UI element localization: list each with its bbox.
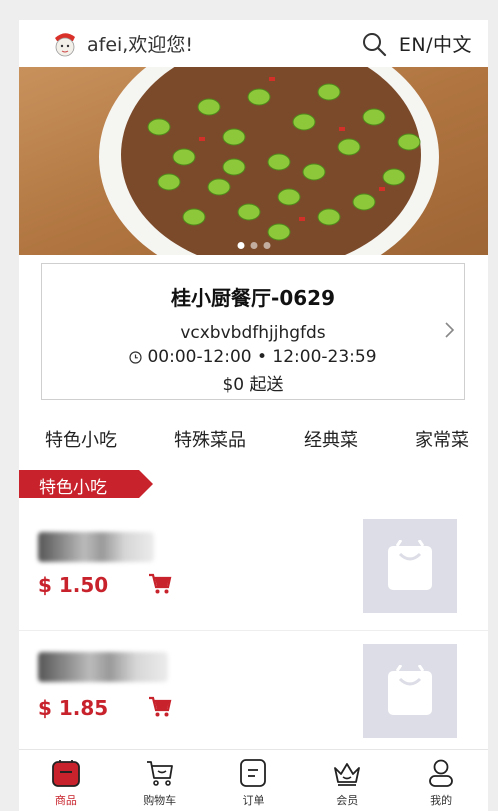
item-image-placeholder[interactable] (363, 644, 457, 738)
divider (19, 630, 488, 631)
store-hours: 00:00-12:00 • 12:00-23:59 (42, 347, 464, 367)
carousel-dots (237, 242, 270, 249)
category-tab[interactable]: 特殊菜品 (174, 426, 246, 452)
carousel-dot[interactable] (263, 242, 270, 249)
add-to-cart-icon[interactable] (148, 573, 172, 595)
tab-cart[interactable]: 购物车 (113, 750, 207, 811)
cart-icon (146, 761, 173, 786)
clock-icon (129, 350, 143, 364)
status-bar-gap (0, 0, 479, 20)
tab-orders[interactable]: 订单 (207, 750, 301, 811)
category-tabs: 特色小吃 特殊菜品 经典菜 家常菜 (19, 418, 488, 458)
store-icon (51, 760, 80, 787)
chevron-right-icon (445, 322, 455, 338)
store-info-card[interactable]: 桂小厨餐厅-0629 vcxbvbdfhjjhgfds 00:00-12:00 … (41, 263, 465, 400)
search-icon[interactable] (361, 31, 387, 57)
tab-products[interactable]: 商品 (19, 750, 113, 811)
store-description: vcxbvbdfhjjhgfds (180, 323, 326, 343)
tab-label: 商品 (54, 794, 77, 807)
tab-label: 购物车 (143, 794, 177, 807)
section-header: 特色小吃 (19, 470, 153, 498)
item-price: $ 1.85 (38, 696, 109, 720)
tab-label: 我的 (430, 794, 453, 807)
shopping-bag-icon (388, 665, 432, 715)
tab-label: 会员 (336, 794, 359, 807)
category-tab[interactable]: 经典菜 (304, 426, 358, 452)
bottom-tab-bar: 商品 购物车 订单 会员 我的 (19, 749, 488, 811)
minimum-order: $0 起送 (222, 375, 284, 395)
carousel-dot[interactable] (237, 242, 244, 249)
item-price: $ 1.50 (38, 573, 109, 597)
header: afei,欢迎您! EN/中文 (19, 20, 488, 67)
banner-carousel[interactable] (19, 67, 488, 255)
section-title: 特色小吃 (39, 478, 107, 498)
shopping-bag-icon (388, 540, 432, 590)
carousel-dot[interactable] (250, 242, 257, 249)
order-icon (240, 759, 267, 787)
welcome-text: afei,欢迎您! (87, 34, 193, 56)
item-name-blurred (38, 532, 154, 562)
tab-label: 订单 (242, 794, 265, 807)
language-toggle[interactable]: EN/中文 (399, 30, 472, 57)
store-name: 桂小厨餐厅-0629 (171, 286, 335, 310)
user-icon (429, 759, 453, 787)
add-to-cart-icon[interactable] (148, 696, 172, 718)
item-image-placeholder[interactable] (363, 519, 457, 613)
category-tab[interactable]: 家常菜 (415, 426, 469, 452)
crown-icon (334, 763, 361, 786)
tab-membership[interactable]: 会员 (300, 750, 394, 811)
category-tab[interactable]: 特色小吃 (45, 426, 117, 452)
avatar[interactable] (51, 29, 79, 59)
tab-profile[interactable]: 我的 (394, 750, 488, 811)
item-name-blurred (38, 652, 168, 682)
store-hours-text: 00:00-12:00 • 12:00-23:59 (147, 347, 377, 367)
banner-image (19, 67, 488, 255)
